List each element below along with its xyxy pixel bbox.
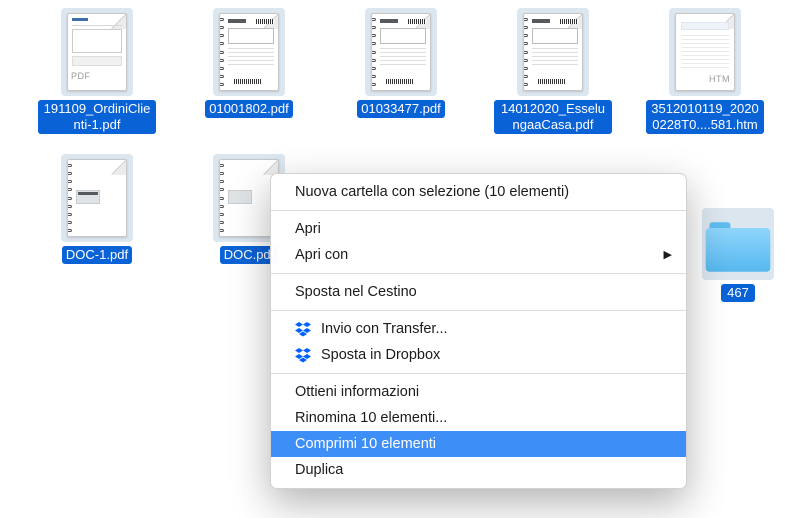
menu-info[interactable]: Ottieni informazioni (271, 379, 686, 405)
folder-thumbnail (702, 208, 774, 280)
pdf-page-icon (219, 13, 279, 91)
menu-item-label: Ottieni informazioni (295, 382, 419, 402)
menu-open-with[interactable]: Apri con ▶ (271, 242, 686, 268)
pdf-page-icon (371, 13, 431, 91)
menu-item-label: Apri (295, 219, 321, 239)
htm-badge: HTM (709, 74, 730, 84)
menu-item-label: Apri con (295, 245, 348, 265)
file-thumbnail: PDF (61, 8, 133, 96)
menu-item-label: Invio con Transfer... (321, 319, 448, 339)
file-item[interactable]: DOC-1.pdf (38, 154, 156, 264)
file-label: 191109_OrdiniClienti-1.pdf (38, 100, 156, 134)
file-item[interactable]: 14012020_EsselungaaCasa.pdf (494, 8, 612, 134)
htm-page-icon: HTM (675, 13, 735, 91)
menu-item-label: Comprimi 10 elementi (295, 434, 436, 454)
dropbox-icon (295, 347, 311, 363)
menu-separator (271, 310, 686, 311)
menu-dropbox[interactable]: Sposta in Dropbox (271, 342, 686, 368)
dropbox-icon (295, 321, 311, 337)
file-item[interactable]: PDF 191109_OrdiniClienti-1.pdf (38, 8, 156, 134)
file-item[interactable]: 01001802.pdf (190, 8, 308, 134)
menu-separator (271, 273, 686, 274)
file-item[interactable]: 467 (688, 208, 788, 302)
submenu-arrow-icon: ▶ (664, 245, 672, 265)
menu-separator (271, 373, 686, 374)
file-item[interactable]: 01033477.pdf (342, 8, 460, 134)
menu-compress[interactable]: Comprimi 10 elementi (271, 431, 686, 457)
pdf-page-icon: PDF (67, 13, 127, 91)
file-label: 01033477.pdf (357, 100, 445, 118)
menu-item-label: Sposta in Dropbox (321, 345, 440, 365)
menu-separator (271, 210, 686, 211)
menu-rename[interactable]: Rinomina 10 elementi... (271, 405, 686, 431)
menu-trash[interactable]: Sposta nel Cestino (271, 279, 686, 305)
file-thumbnail: HTM (669, 8, 741, 96)
context-menu: Nuova cartella con selezione (10 element… (270, 173, 687, 489)
folder-icon (706, 222, 771, 271)
menu-transfer[interactable]: Invio con Transfer... (271, 316, 686, 342)
file-label: 467 (721, 284, 755, 302)
menu-duplicate[interactable]: Duplica (271, 457, 686, 483)
menu-new-folder[interactable]: Nuova cartella con selezione (10 element… (271, 179, 686, 205)
menu-item-label: Nuova cartella con selezione (10 element… (295, 182, 569, 202)
file-thumbnail (61, 154, 133, 242)
menu-open[interactable]: Apri (271, 216, 686, 242)
file-thumbnail (213, 8, 285, 96)
pdf-page-icon (523, 13, 583, 91)
menu-item-label: Rinomina 10 elementi... (295, 408, 447, 428)
menu-item-label: Duplica (295, 460, 343, 480)
file-label: DOC-1.pdf (62, 246, 132, 264)
menu-item-label: Sposta nel Cestino (295, 282, 417, 302)
file-thumbnail (365, 8, 437, 96)
finder-desktop: PDF 191109_OrdiniClienti-1.pdf 01001802.… (0, 0, 800, 518)
pdf-page-icon (67, 159, 127, 237)
file-label: 3512010119_20200228T0....581.htm (646, 100, 764, 134)
pdf-badge: PDF (71, 71, 91, 81)
file-item[interactable]: HTM 3512010119_20200228T0....581.htm (646, 8, 764, 134)
file-label: 14012020_EsselungaaCasa.pdf (494, 100, 612, 134)
file-label: 01001802.pdf (205, 100, 293, 118)
file-thumbnail (517, 8, 589, 96)
